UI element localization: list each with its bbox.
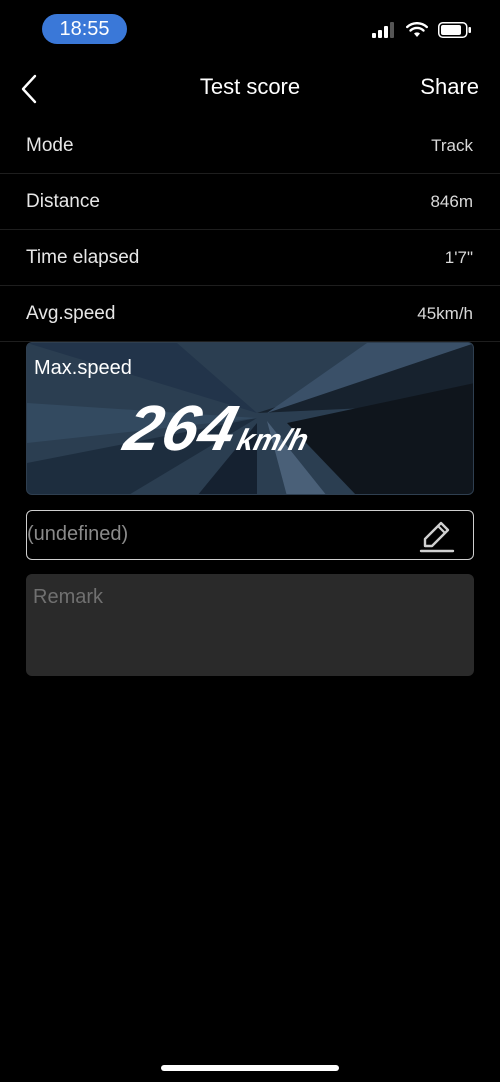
nav-bar: Test score Share bbox=[0, 60, 500, 118]
name-input[interactable] bbox=[27, 511, 407, 558]
max-speed-card: Max.speed 264 km/h bbox=[26, 342, 474, 495]
share-button[interactable]: Share bbox=[420, 74, 479, 100]
remark-box bbox=[26, 574, 474, 676]
remark-input[interactable] bbox=[26, 574, 474, 676]
cellular-signal-icon bbox=[372, 22, 394, 38]
row-mode: Mode Track bbox=[0, 118, 500, 174]
max-speed-unit: km/h bbox=[233, 424, 312, 457]
row-avg-speed: Avg.speed 45km/h bbox=[0, 286, 500, 342]
row-label: Mode bbox=[26, 134, 74, 156]
score-details: Mode Track Distance 846m Time elapsed 1'… bbox=[0, 118, 500, 342]
row-time-elapsed: Time elapsed 1'7" bbox=[0, 230, 500, 286]
max-speed-value: 264 bbox=[118, 392, 246, 464]
home-indicator[interactable] bbox=[161, 1065, 339, 1071]
row-label: Avg.speed bbox=[26, 302, 116, 324]
status-bar: 18:55 bbox=[0, 0, 500, 60]
row-value: 846m bbox=[430, 191, 473, 211]
status-time: 18:55 bbox=[42, 14, 127, 44]
row-distance: Distance 846m bbox=[0, 174, 500, 230]
row-value: Track bbox=[431, 135, 473, 155]
status-icons bbox=[372, 22, 472, 38]
wifi-icon bbox=[406, 22, 428, 37]
row-label: Distance bbox=[26, 190, 100, 212]
max-speed-label: Max.speed bbox=[34, 357, 132, 379]
pencil-icon[interactable] bbox=[417, 518, 457, 554]
row-value: 45km/h bbox=[417, 303, 473, 323]
max-speed-readout: 264 km/h bbox=[118, 391, 320, 465]
row-value: 1'7" bbox=[444, 247, 473, 267]
name-field bbox=[26, 510, 474, 560]
battery-icon bbox=[438, 22, 471, 38]
row-label: Time elapsed bbox=[26, 246, 140, 268]
